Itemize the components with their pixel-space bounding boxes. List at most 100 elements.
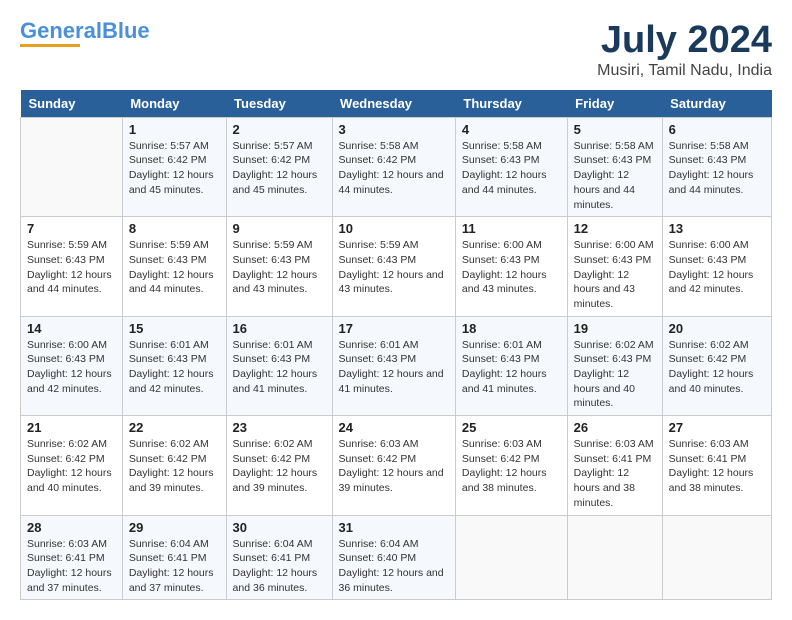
- cal-cell: 29Sunrise: 6:04 AM Sunset: 6:41 PM Dayli…: [122, 515, 226, 600]
- day-number: 27: [669, 420, 765, 435]
- day-number: 17: [339, 321, 449, 336]
- day-info: Sunrise: 6:00 AM Sunset: 6:43 PM Dayligh…: [669, 238, 765, 297]
- day-info: Sunrise: 6:02 AM Sunset: 6:42 PM Dayligh…: [669, 338, 765, 397]
- day-info: Sunrise: 5:58 AM Sunset: 6:43 PM Dayligh…: [574, 139, 656, 212]
- cal-cell: 6 Sunrise: 5:58 AM Sunset: 6:43 PM Daylig…: [662, 117, 771, 216]
- day-info: Sunrise: 5:59 AM Sunset: 6:43 PM Dayligh…: [233, 238, 326, 297]
- cal-cell: 12 Sunrise: 6:00 AM Sunset: 6:43 PM Dayli…: [567, 217, 662, 316]
- col-header-monday: Monday: [122, 90, 226, 118]
- day-info: Sunrise: 5:58 AM Sunset: 6:43 PM Dayligh…: [669, 139, 765, 198]
- cal-cell: [21, 117, 123, 216]
- day-info: Sunrise: 6:04 AM Sunset: 6:40 PM Dayligh…: [339, 537, 449, 596]
- week-row-1: 1 Sunrise: 5:57 AM Sunset: 6:42 PM Daylig…: [21, 117, 772, 216]
- cal-cell: 1 Sunrise: 5:57 AM Sunset: 6:42 PM Daylig…: [122, 117, 226, 216]
- day-info: Sunrise: 6:01 AM Sunset: 6:43 PM Dayligh…: [233, 338, 326, 397]
- cal-cell: 9Sunrise: 5:59 AM Sunset: 6:43 PM Daylig…: [226, 217, 332, 316]
- week-row-3: 14 Sunrise: 6:00 AM Sunset: 6:43 PM Dayli…: [21, 316, 772, 415]
- cal-cell: [567, 515, 662, 600]
- day-info: Sunrise: 6:02 AM Sunset: 6:42 PM Dayligh…: [27, 437, 116, 496]
- week-row-5: 28 Sunrise: 6:03 AM Sunset: 6:41 PM Dayli…: [21, 515, 772, 600]
- logo: GeneralBlue: [20, 20, 150, 47]
- day-number: 1: [129, 122, 220, 137]
- cal-cell: 18 Sunrise: 6:01 AM Sunset: 6:43 PM Dayli…: [455, 316, 567, 415]
- calendar-title: July 2024: [597, 20, 772, 62]
- cal-cell: 5 Sunrise: 5:58 AM Sunset: 6:43 PM Daylig…: [567, 117, 662, 216]
- day-number: 30: [233, 520, 326, 535]
- day-number: 10: [339, 221, 449, 236]
- day-info: Sunrise: 5:57 AM Sunset: 6:42 PM Dayligh…: [129, 139, 220, 198]
- day-info: Sunrise: 6:00 AM Sunset: 6:43 PM Dayligh…: [574, 238, 656, 311]
- title-area: July 2024 Musiri, Tamil Nadu, India: [597, 20, 772, 80]
- day-info: Sunrise: 5:59 AM Sunset: 6:43 PM Dayligh…: [339, 238, 449, 297]
- cal-cell: 15Sunrise: 6:01 AM Sunset: 6:43 PM Dayli…: [122, 316, 226, 415]
- day-number: 7: [27, 221, 116, 236]
- day-info: Sunrise: 6:02 AM Sunset: 6:43 PM Dayligh…: [574, 338, 656, 411]
- cal-cell: 17Sunrise: 6:01 AM Sunset: 6:43 PM Dayli…: [332, 316, 455, 415]
- day-info: Sunrise: 6:02 AM Sunset: 6:42 PM Dayligh…: [129, 437, 220, 496]
- cal-cell: 2 Sunrise: 5:57 AM Sunset: 6:42 PM Daylig…: [226, 117, 332, 216]
- cal-cell: 13Sunrise: 6:00 AM Sunset: 6:43 PM Dayli…: [662, 217, 771, 316]
- cal-cell: 21 Sunrise: 6:02 AM Sunset: 6:42 PM Dayli…: [21, 416, 123, 515]
- cal-cell: 24 Sunrise: 6:03 AM Sunset: 6:42 PM Dayli…: [332, 416, 455, 515]
- header-row: SundayMondayTuesdayWednesdayThursdayFrid…: [21, 90, 772, 118]
- col-header-thursday: Thursday: [455, 90, 567, 118]
- cal-cell: [455, 515, 567, 600]
- cal-cell: 4Sunrise: 5:58 AM Sunset: 6:43 PM Daylig…: [455, 117, 567, 216]
- cal-cell: 23Sunrise: 6:02 AM Sunset: 6:42 PM Dayli…: [226, 416, 332, 515]
- day-info: Sunrise: 5:58 AM Sunset: 6:42 PM Dayligh…: [339, 139, 449, 198]
- day-info: Sunrise: 6:03 AM Sunset: 6:42 PM Dayligh…: [462, 437, 561, 496]
- day-info: Sunrise: 6:03 AM Sunset: 6:41 PM Dayligh…: [574, 437, 656, 510]
- cal-cell: 19 Sunrise: 6:02 AM Sunset: 6:43 PM Dayli…: [567, 316, 662, 415]
- day-info: Sunrise: 6:03 AM Sunset: 6:41 PM Dayligh…: [27, 537, 116, 596]
- day-number: 20: [669, 321, 765, 336]
- col-header-friday: Friday: [567, 90, 662, 118]
- day-number: 14: [27, 321, 116, 336]
- day-number: 22: [129, 420, 220, 435]
- day-number: 21: [27, 420, 116, 435]
- cal-cell: 3 Sunrise: 5:58 AM Sunset: 6:42 PM Daylig…: [332, 117, 455, 216]
- cal-cell: 30 Sunrise: 6:04 AM Sunset: 6:41 PM Dayli…: [226, 515, 332, 600]
- logo-text: GeneralBlue: [20, 20, 150, 42]
- col-header-tuesday: Tuesday: [226, 90, 332, 118]
- cal-cell: 26Sunrise: 6:03 AM Sunset: 6:41 PM Dayli…: [567, 416, 662, 515]
- day-number: 8: [129, 221, 220, 236]
- day-info: Sunrise: 5:59 AM Sunset: 6:43 PM Dayligh…: [129, 238, 220, 297]
- day-info: Sunrise: 6:00 AM Sunset: 6:43 PM Dayligh…: [27, 338, 116, 397]
- day-info: Sunrise: 6:01 AM Sunset: 6:43 PM Dayligh…: [129, 338, 220, 397]
- day-number: 5: [574, 122, 656, 137]
- day-number: 28: [27, 520, 116, 535]
- cal-cell: 20 Sunrise: 6:02 AM Sunset: 6:42 PM Dayli…: [662, 316, 771, 415]
- day-number: 24: [339, 420, 449, 435]
- day-info: Sunrise: 5:58 AM Sunset: 6:43 PM Dayligh…: [462, 139, 561, 198]
- logo-blue: Blue: [102, 18, 150, 43]
- day-info: Sunrise: 6:03 AM Sunset: 6:42 PM Dayligh…: [339, 437, 449, 496]
- day-number: 12: [574, 221, 656, 236]
- day-number: 3: [339, 122, 449, 137]
- cal-cell: 25Sunrise: 6:03 AM Sunset: 6:42 PM Dayli…: [455, 416, 567, 515]
- day-number: 31: [339, 520, 449, 535]
- week-row-2: 7 Sunrise: 5:59 AM Sunset: 6:43 PM Daylig…: [21, 217, 772, 316]
- cal-cell: [662, 515, 771, 600]
- col-header-wednesday: Wednesday: [332, 90, 455, 118]
- day-number: 6: [669, 122, 765, 137]
- week-row-4: 21 Sunrise: 6:02 AM Sunset: 6:42 PM Dayli…: [21, 416, 772, 515]
- col-header-saturday: Saturday: [662, 90, 771, 118]
- cal-cell: 27 Sunrise: 6:03 AM Sunset: 6:41 PM Dayli…: [662, 416, 771, 515]
- day-number: 16: [233, 321, 326, 336]
- day-info: Sunrise: 6:03 AM Sunset: 6:41 PM Dayligh…: [669, 437, 765, 496]
- cal-cell: 31 Sunrise: 6:04 AM Sunset: 6:40 PM Dayli…: [332, 515, 455, 600]
- day-number: 18: [462, 321, 561, 336]
- day-info: Sunrise: 6:01 AM Sunset: 6:43 PM Dayligh…: [462, 338, 561, 397]
- cal-cell: 11 Sunrise: 6:00 AM Sunset: 6:43 PM Dayli…: [455, 217, 567, 316]
- day-number: 2: [233, 122, 326, 137]
- cal-cell: 14 Sunrise: 6:00 AM Sunset: 6:43 PM Dayli…: [21, 316, 123, 415]
- day-info: Sunrise: 6:04 AM Sunset: 6:41 PM Dayligh…: [233, 537, 326, 596]
- cal-cell: 8 Sunrise: 5:59 AM Sunset: 6:43 PM Daylig…: [122, 217, 226, 316]
- day-number: 19: [574, 321, 656, 336]
- day-info: Sunrise: 6:04 AM Sunset: 6:41 PM Dayligh…: [129, 537, 220, 596]
- calendar-table: SundayMondayTuesdayWednesdayThursdayFrid…: [20, 90, 772, 601]
- day-info: Sunrise: 5:57 AM Sunset: 6:42 PM Dayligh…: [233, 139, 326, 198]
- day-number: 11: [462, 221, 561, 236]
- day-info: Sunrise: 6:00 AM Sunset: 6:43 PM Dayligh…: [462, 238, 561, 297]
- logo-general: General: [20, 18, 102, 43]
